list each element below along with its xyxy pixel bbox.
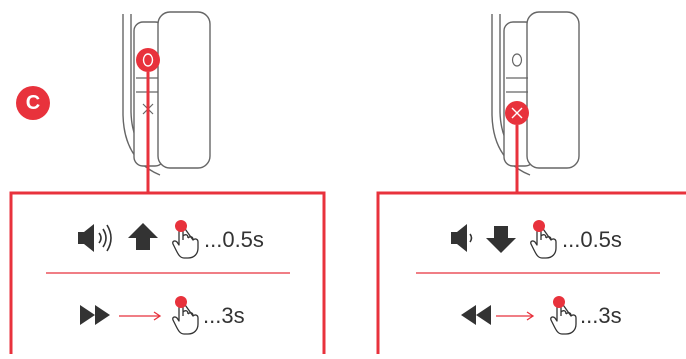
headphone-controls-diagram: C ...0.5s ...3s ...0.5s ...3s: [0, 0, 686, 354]
volume-up-icon: [78, 224, 112, 252]
left-headphone: [122, 11, 211, 176]
left-duration-long: ...3s: [203, 303, 245, 328]
fast-forward-icon: [80, 305, 110, 325]
left-duration-short: ...0.5s: [204, 227, 264, 252]
arrow-up-icon: [128, 223, 158, 250]
highlighted-circle-button[interactable]: [136, 48, 160, 72]
tap-hand-icon: [172, 295, 199, 335]
tap-hand-icon: [172, 219, 199, 259]
rewind-icon: [461, 305, 491, 325]
diagram-canvas: [9, 11, 686, 354]
arrow-down-icon: [486, 226, 516, 253]
tap-hand-icon: [530, 219, 557, 259]
right-arrow-icon: [496, 311, 535, 321]
tap-hand-icon: [550, 295, 577, 335]
right-arrow-icon: [119, 311, 162, 321]
right-duration-long: ...3s: [580, 303, 622, 328]
step-badge: C: [16, 86, 50, 120]
right-headphone: [491, 11, 580, 176]
volume-down-icon: [451, 224, 473, 252]
right-duration-short: ...0.5s: [562, 227, 622, 252]
